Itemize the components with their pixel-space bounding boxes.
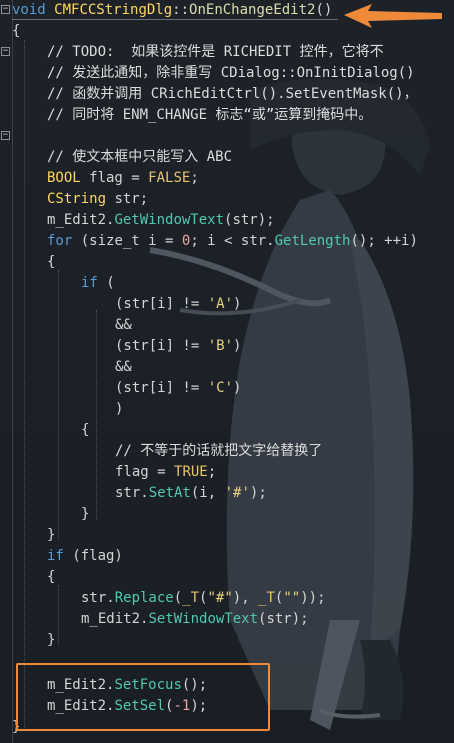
fold-minus-icon[interactable]: − (1, 131, 10, 140)
code-line-28[interactable]: { (47, 567, 55, 588)
arrow-annotation-icon (344, 4, 442, 28)
highlight-box-annotation (16, 663, 270, 731)
code-line-5[interactable]: // 函数并调用 CRichEditCtrl().SetEventMask()， (47, 84, 418, 105)
code-line-9[interactable]: BOOL flag = FALSE; (47, 168, 199, 189)
indent-guide (58, 270, 59, 540)
code-line-16[interactable]: && (115, 315, 132, 336)
code-line-1[interactable]: void CMFCCStringDlg::OnEnChangeEdit2() (12, 0, 332, 21)
indent-guide (58, 585, 59, 645)
code-line-19[interactable]: (str[i] != 'C') (115, 378, 241, 399)
code-line-17[interactable]: (str[i] != 'B') (115, 336, 241, 357)
code-line-27[interactable]: if (flag) (47, 546, 123, 567)
indent-guide (24, 40, 25, 730)
fold-minus-icon[interactable]: − (1, 47, 10, 56)
code-line-14[interactable]: if ( (81, 273, 115, 294)
code-line-30[interactable]: m_Edit2.SetWindowText(str); (81, 609, 309, 630)
code-line-22[interactable]: // 不等于的话就把文字给替换了 (115, 441, 322, 462)
code-line-12[interactable]: for (size_t i = 0; i < str.GetLength(); … (47, 231, 418, 252)
code-line-6[interactable]: // 同时将 ENM_CHANGE 标志“或”运算到掩码中。 (47, 105, 372, 126)
code-line-26[interactable]: } (47, 525, 55, 546)
code-line-31[interactable]: } (47, 630, 55, 651)
fold-minus-icon[interactable]: − (1, 5, 10, 14)
code-line-2[interactable]: { (12, 21, 20, 42)
code-line-3[interactable]: // TODO: 如果该控件是 RICHEDIT 控件，它将不 (47, 42, 384, 63)
code-line-10[interactable]: CString str; (47, 189, 148, 210)
code-line-21[interactable]: { (81, 420, 89, 441)
code-line-29[interactable]: str.Replace(_T("#"), _T("")); (81, 588, 326, 609)
code-line-23[interactable]: flag = TRUE; (115, 462, 216, 483)
code-line-20[interactable]: ) (115, 399, 123, 420)
indent-guide (96, 310, 97, 520)
code-line-25[interactable]: } (81, 504, 89, 525)
code-line-11[interactable]: m_Edit2.GetWindowText(str); (47, 210, 275, 231)
code-line-24[interactable]: str.SetAt(i, '#'); (115, 483, 267, 504)
code-editor[interactable]: − − − void CMFCCStringDlg::OnEnChangeEdi… (0, 0, 454, 743)
code-line-8[interactable]: // 使文本框中只能写入 ABC (47, 147, 232, 168)
code-line-13[interactable]: { (47, 252, 55, 273)
editor-gutter (0, 0, 13, 743)
code-line-18[interactable]: && (115, 357, 132, 378)
code-line-4[interactable]: // 发送此通知，除非重写 CDialog::OnInitDialog() (47, 63, 415, 84)
code-line-15[interactable]: (str[i] != 'A') (115, 294, 241, 315)
